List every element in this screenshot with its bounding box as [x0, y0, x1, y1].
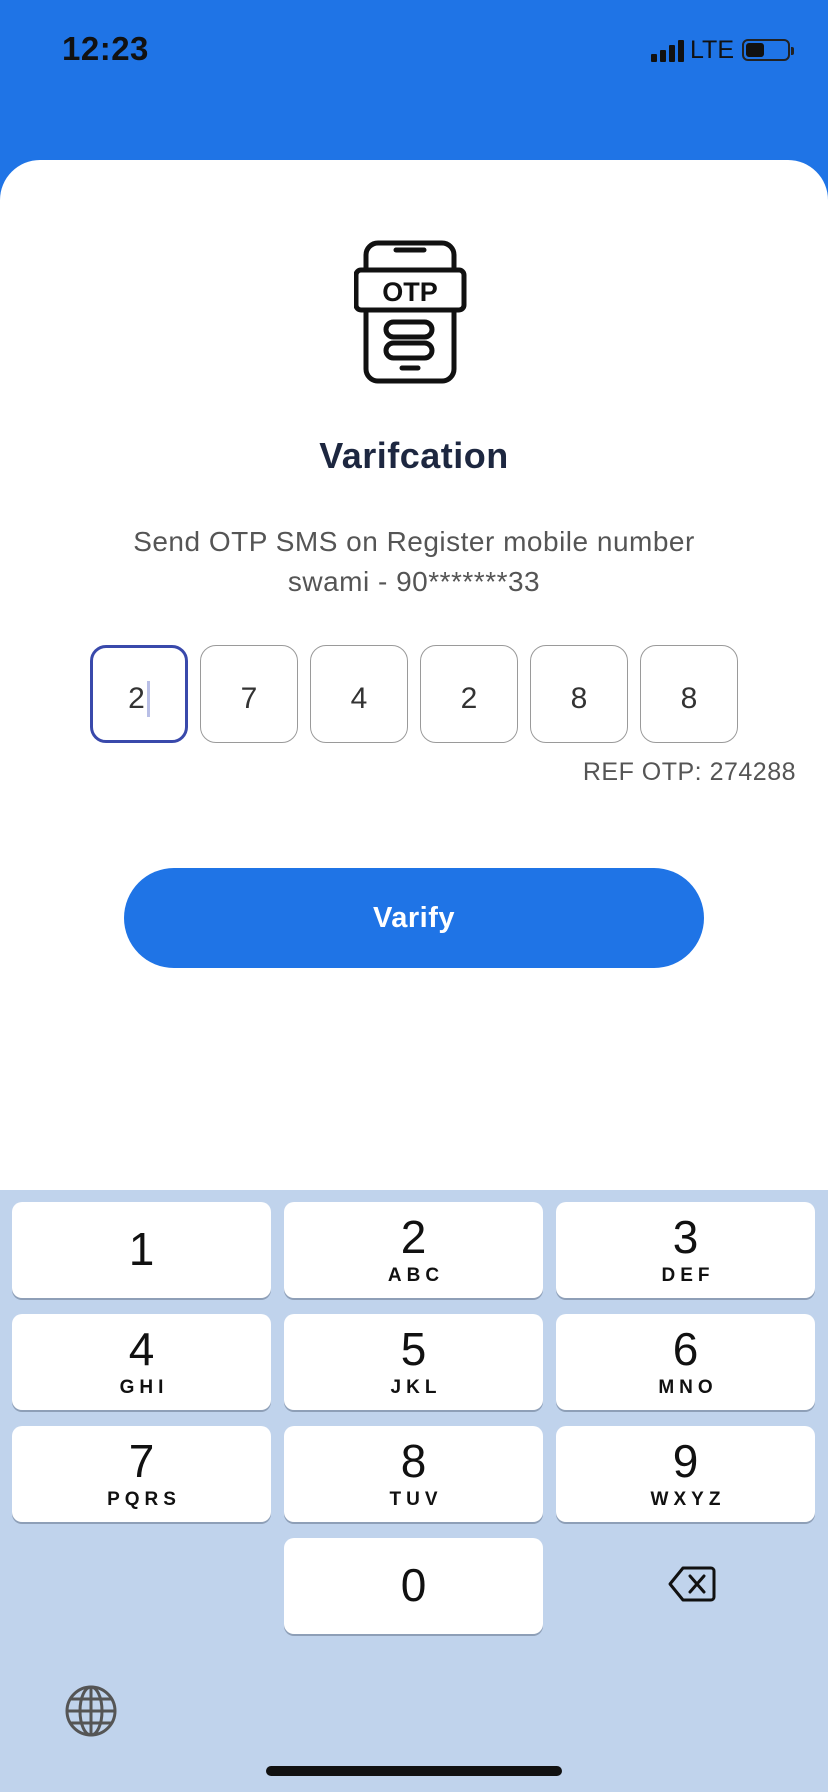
key-3[interactable]: 3 DEF [556, 1202, 815, 1298]
otp-digit-3[interactable]: 4 [310, 645, 408, 743]
key-9-digit: 9 [672, 1435, 699, 1487]
key-7[interactable]: 7 PQRS [12, 1426, 271, 1522]
otp-digit-4[interactable]: 2 [420, 645, 518, 743]
key-9[interactable]: 9 WXYZ [556, 1426, 815, 1522]
key-1-digit: 1 [128, 1223, 155, 1275]
numeric-keypad: 1 2 ABC 3 DEF 4 GHI 5 JKL 6 MNO 7 PQRS 8… [0, 1190, 828, 1792]
ref-otp-label: REF OTP: 274288 [582, 758, 796, 786]
otp-instructions: Send OTP SMS on Register mobile number s… [80, 522, 748, 602]
otp-phone-icon: OTP [354, 240, 467, 384]
key-5-letters: JKL [390, 1377, 442, 1398]
instructions-line-2: swami - 90*******33 [287, 566, 541, 597]
instructions-line-1: Send OTP SMS on Register mobile number [133, 526, 695, 557]
otp-digit-5-value: 8 [570, 682, 588, 715]
backspace-icon[interactable] [668, 1564, 716, 1604]
otp-input-row: 2 7 4 2 8 8 [90, 645, 738, 743]
otp-digit-6[interactable]: 8 [640, 645, 738, 743]
key-6-letters: MNO [658, 1377, 718, 1398]
key-2[interactable]: 2 ABC [284, 1202, 543, 1298]
text-cursor [146, 681, 150, 717]
key-8[interactable]: 8 TUV [284, 1426, 543, 1522]
otp-digit-2-value: 7 [240, 682, 258, 715]
key-9-letters: WXYZ [650, 1489, 726, 1510]
signal-icon [651, 38, 684, 62]
status-indicators: LTE [651, 35, 794, 64]
home-indicator [266, 1766, 562, 1776]
key-5-digit: 5 [400, 1323, 427, 1375]
verify-button[interactable]: Varify [124, 868, 704, 968]
otp-digit-1[interactable]: 2 [90, 645, 188, 743]
key-1[interactable]: 1 [12, 1202, 271, 1298]
battery-icon [742, 39, 794, 61]
key-6[interactable]: 6 MNO [556, 1314, 815, 1410]
key-0[interactable]: 0 [284, 1538, 543, 1634]
key-2-letters: ABC [387, 1265, 445, 1286]
key-2-digit: 2 [400, 1211, 427, 1263]
otp-digit-2[interactable]: 7 [200, 645, 298, 743]
key-4[interactable]: 4 GHI [12, 1314, 271, 1410]
page-title: Varifcation [319, 435, 509, 476]
key-6-digit: 6 [672, 1323, 699, 1375]
key-5[interactable]: 5 JKL [284, 1314, 543, 1410]
verification-sheet: OTP Varifcation Send OTP SMS on Register… [0, 160, 828, 1190]
key-8-digit: 8 [400, 1435, 427, 1487]
otp-digit-1-value: 2 [128, 682, 145, 715]
network-label: LTE [690, 35, 734, 64]
otp-digit-6-value: 8 [680, 682, 698, 715]
otp-digit-5[interactable]: 8 [530, 645, 628, 743]
otp-illustration-label: OTP [382, 277, 438, 307]
key-7-digit: 7 [128, 1435, 155, 1487]
key-8-letters: TUV [389, 1489, 443, 1510]
key-4-letters: GHI [119, 1377, 169, 1398]
key-0-digit: 0 [400, 1559, 427, 1611]
key-3-digit: 3 [672, 1211, 699, 1263]
globe-icon[interactable] [64, 1684, 118, 1738]
key-4-digit: 4 [128, 1323, 155, 1375]
key-3-letters: DEF [661, 1265, 715, 1286]
status-time: 12:23 [62, 30, 149, 67]
key-7-letters: PQRS [107, 1489, 181, 1510]
otp-digit-4-value: 2 [460, 682, 478, 715]
otp-digit-3-value: 4 [350, 682, 368, 715]
